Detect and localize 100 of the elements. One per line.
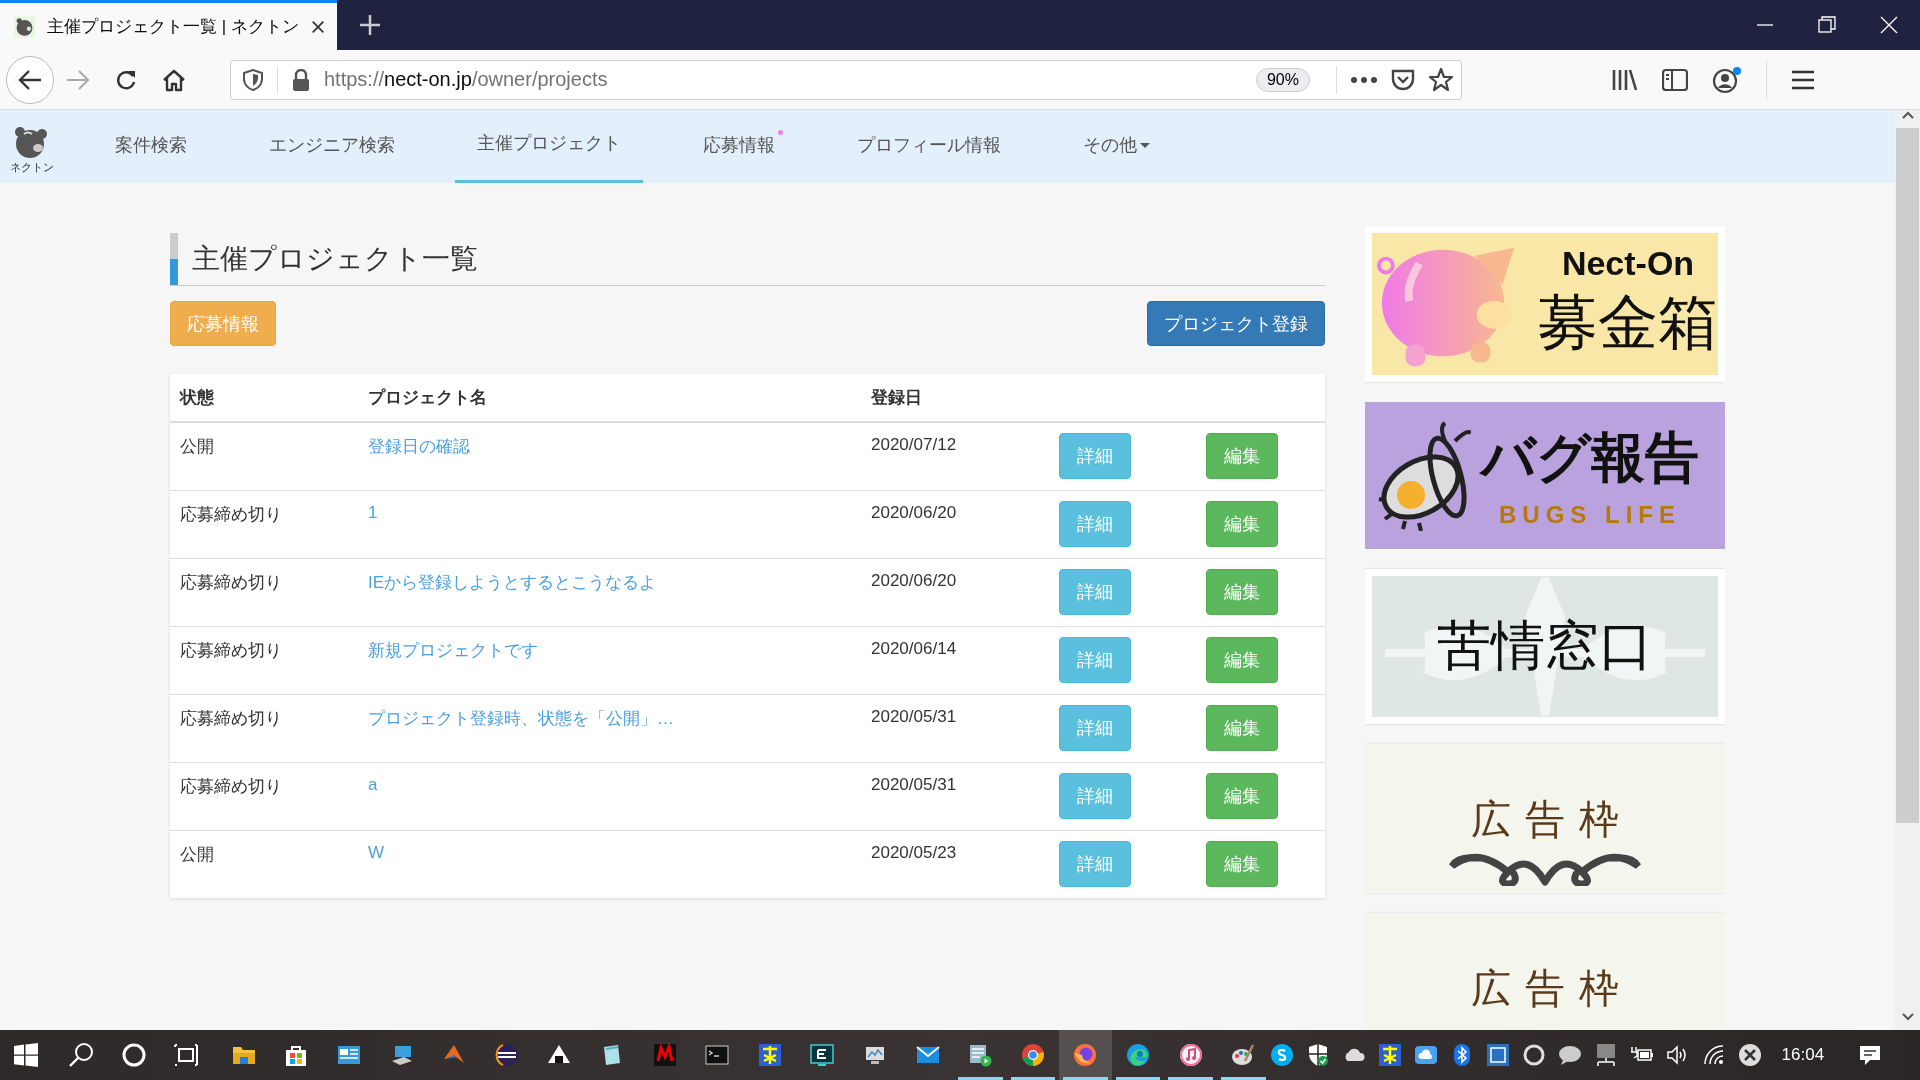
edit-button[interactable]: 編集 — [1206, 772, 1278, 819]
nav-dropdown[interactable]: その他 — [1061, 110, 1172, 183]
edge-icon — [1126, 1043, 1151, 1067]
search-icon[interactable] — [67, 1042, 94, 1068]
details-button[interactable]: 詳細 — [1059, 704, 1131, 751]
menu-icon[interactable] — [1791, 69, 1815, 90]
chrome-icon — [1020, 1043, 1045, 1067]
applications-button[interactable]: 応募情報 — [170, 301, 276, 346]
clock-time: 16:04 — [1781, 1045, 1825, 1065]
complaint-banner[interactable]: 苦情窓口 — [1365, 569, 1725, 724]
cloud-icon[interactable] — [1413, 1043, 1438, 1067]
restore-icon[interactable] — [1818, 16, 1836, 34]
wifi-icon[interactable] — [1701, 1043, 1726, 1067]
project-link[interactable]: 登録日の確認 — [368, 437, 470, 456]
shopping-bag-icon — [284, 1043, 309, 1067]
nav-link[interactable]: エンジニア検索 — [247, 110, 417, 183]
date-text: 2020/05/31 — [871, 706, 957, 726]
details-button[interactable]: 詳細 — [1059, 500, 1131, 547]
page-title: 主催プロジェクト一覧 — [192, 242, 478, 276]
column-header: 登録日 — [871, 388, 922, 407]
status-text: 応募締め切り — [180, 572, 282, 592]
notification-icon[interactable] — [1858, 1043, 1883, 1067]
star-icon[interactable] — [1429, 67, 1453, 92]
register-project-button[interactable]: プロジェクト登録 — [1147, 301, 1325, 346]
plus-icon[interactable] — [359, 14, 381, 36]
account-icon[interactable] — [1712, 65, 1742, 94]
library-icon[interactable] — [1612, 67, 1638, 92]
media-player-icon — [968, 1043, 993, 1067]
details-button[interactable]: 詳細 — [1059, 840, 1131, 887]
sidebar-icon[interactable] — [1662, 67, 1688, 92]
banner-text: バグ報告 — [1481, 426, 1699, 489]
scroll-down-icon[interactable] — [1900, 1012, 1915, 1022]
banner-text: 広告枠 — [1471, 965, 1633, 1011]
speech-bubble-icon[interactable] — [1557, 1043, 1582, 1067]
scroll-up-icon[interactable] — [1900, 110, 1915, 120]
more-icon[interactable] — [1351, 76, 1377, 83]
bug-report-banner[interactable]: バグ報告 BUGS LIFE — [1365, 402, 1725, 549]
scrollbar-thumb[interactable] — [1896, 128, 1919, 823]
nav-link[interactable]: プロフィール情報 — [835, 110, 1023, 183]
edit-button[interactable]: 編集 — [1206, 840, 1278, 887]
banner-text: BUGS LIFE — [1499, 501, 1681, 529]
project-link[interactable]: W — [368, 842, 385, 862]
edit-button[interactable]: 編集 — [1206, 568, 1278, 615]
nav-link[interactable]: 案件検索 — [93, 110, 209, 183]
ad-banner[interactable]: 広告枠 — [1365, 744, 1725, 893]
browser-tab[interactable]: 主催プロジェクト一覧 | ネクトン — [0, 0, 337, 50]
column-header: プロジェクト名 — [368, 388, 487, 407]
palette-icon — [1231, 1043, 1256, 1067]
status-text: 応募締め切り — [180, 640, 282, 660]
heading-accent-bar — [170, 233, 178, 285]
terminal-icon — [705, 1043, 730, 1067]
shield-icon — [243, 68, 263, 91]
edit-button[interactable]: 編集 — [1206, 636, 1278, 683]
logo-text: ネクトン — [10, 160, 54, 175]
tab-title: 主催プロジェクト一覧 | ネクトン — [47, 16, 299, 38]
circle-icon[interactable] — [121, 1043, 146, 1067]
character-icon[interactable] — [1377, 1043, 1402, 1067]
project-link[interactable]: IEから登録しようとするとこうなるよ — [368, 572, 657, 592]
skype-icon[interactable] — [1269, 1043, 1294, 1067]
windows-start-icon[interactable] — [13, 1042, 40, 1068]
ad-banner[interactable]: 広告枠 — [1365, 913, 1725, 1030]
task-view-icon[interactable] — [173, 1043, 200, 1067]
project-link[interactable]: プロジェクト登録時、状態を「公開」… — [368, 708, 674, 728]
banner-text: 募金箱 — [1538, 288, 1718, 358]
details-button[interactable]: 詳細 — [1059, 568, 1131, 615]
error-icon[interactable] — [1737, 1043, 1762, 1067]
back-button[interactable] — [6, 55, 54, 104]
banner-text: 苦情窓口 — [1437, 614, 1653, 677]
edit-button[interactable]: 編集 — [1206, 500, 1278, 547]
caret-icon — [1140, 142, 1150, 148]
nav-link[interactable]: 応募情報 — [681, 110, 797, 183]
edit-button[interactable]: 編集 — [1206, 704, 1278, 751]
date-text: 2020/05/23 — [871, 842, 957, 862]
character-icon — [757, 1043, 782, 1067]
home-icon[interactable] — [162, 67, 186, 92]
edit-button[interactable]: 編集 — [1206, 433, 1278, 479]
status-text: 応募締め切り — [180, 776, 282, 796]
address-bar[interactable]: https://nect-on.jp/owner/projects 90% — [230, 59, 1462, 100]
close-icon[interactable] — [310, 18, 325, 35]
eclipse-icon — [494, 1043, 519, 1067]
firefox-icon — [1073, 1043, 1098, 1067]
zigzag-logo-icon — [652, 1043, 677, 1067]
sync-icon[interactable] — [1521, 1043, 1546, 1067]
zoom-level[interactable]: 90% — [1255, 67, 1310, 92]
donation-banner[interactable]: Nect-On 募金箱 — [1365, 226, 1725, 382]
project-link[interactable]: 1 — [368, 502, 378, 522]
close-icon[interactable] — [1880, 16, 1898, 34]
project-link[interactable]: 新規プロジェクトです — [368, 640, 538, 660]
column-header: 状態 — [180, 388, 214, 407]
pig-icon — [14, 14, 36, 39]
status-text: 応募締め切り — [180, 708, 282, 728]
pocket-icon[interactable] — [1391, 68, 1415, 91]
status-text: 応募締め切り — [180, 504, 282, 524]
date-text: 2020/06/20 — [871, 570, 957, 590]
details-button[interactable]: 詳細 — [1059, 772, 1131, 819]
details-button[interactable]: 詳細 — [1059, 636, 1131, 683]
project-link[interactable]: a — [368, 774, 378, 794]
lock-icon — [292, 68, 310, 91]
date-text: 2020/06/14 — [871, 638, 957, 658]
details-button[interactable]: 詳細 — [1059, 433, 1131, 479]
